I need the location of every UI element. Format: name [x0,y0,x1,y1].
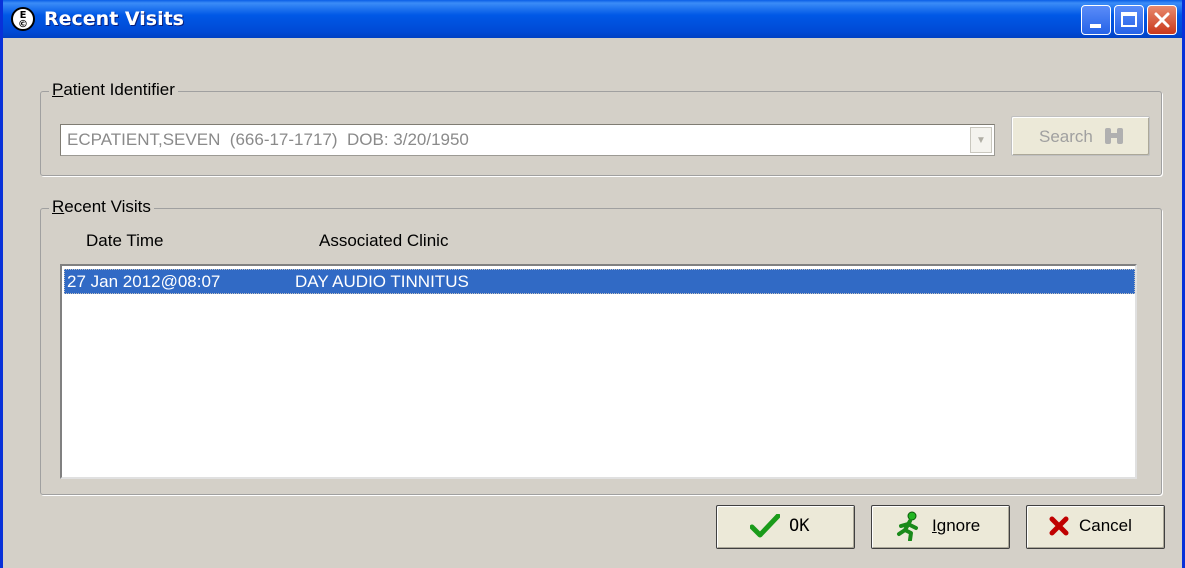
visit-date-time: 27 Jan 2012@08:07 [67,272,221,291]
cancel-button-label: Cancel [1079,516,1132,535]
chevron-down-icon: ▼ [976,135,986,146]
x-mark-icon [1049,516,1069,536]
patient-combo-value: ECPATIENT,SEVEN (666-17-1717) DOB: 3/20/… [67,130,469,149]
close-icon [1154,12,1170,28]
list-item[interactable]: 27 Jan 2012@08:07 DAY AUDIO TINNITUS [64,269,1135,294]
column-header-associated-clinic[interactable]: Associated Clinic [319,231,448,251]
maximize-icon [1121,12,1137,27]
ok-button-label: OK [789,516,810,536]
ignore-button[interactable]: Ignore [871,505,1010,549]
close-button[interactable] [1147,5,1177,35]
title-bar[interactable]: E © Recent Visits [3,0,1182,38]
patient-combo-box[interactable]: ECPATIENT,SEVEN (666-17-1717) DOB: 3/20/… [60,124,995,156]
recent-visits-list[interactable]: 27 Jan 2012@08:07 DAY AUDIO TINNITUS [60,264,1137,479]
ok-button[interactable]: OK [716,505,855,549]
running-person-icon [897,511,918,541]
binoculars-icon [1103,125,1125,152]
window-title: Recent Visits [44,8,184,30]
app-logo-icon: E © [11,7,35,31]
recent-visits-window: E © Recent Visits Patient Identifier ECPA… [0,0,1185,568]
recent-visits-group: Recent Visits Date Time Associated Clini… [40,197,1162,495]
minimize-icon [1090,24,1101,28]
cancel-button[interactable]: Cancel [1026,505,1165,549]
minimize-button[interactable] [1081,5,1111,35]
dialog-client-area: Patient Identifier ECPATIENT,SEVEN (666-… [3,38,1182,568]
patient-identifier-group: Patient Identifier ECPATIENT,SEVEN (666-… [40,80,1162,176]
column-header-date-time[interactable]: Date Time [86,231,163,251]
maximize-button[interactable] [1114,5,1144,35]
recent-visits-legend: Recent Visits [49,197,154,217]
checkmark-icon [750,514,780,538]
ignore-button-label: Ignore [932,516,981,535]
visit-clinic: DAY AUDIO TINNITUS [295,272,469,291]
search-button[interactable]: Search [1011,116,1150,156]
patient-identifier-legend: Patient Identifier [49,80,178,100]
combo-dropdown-button[interactable]: ▼ [970,127,992,153]
search-button-label: Search [1039,127,1093,146]
